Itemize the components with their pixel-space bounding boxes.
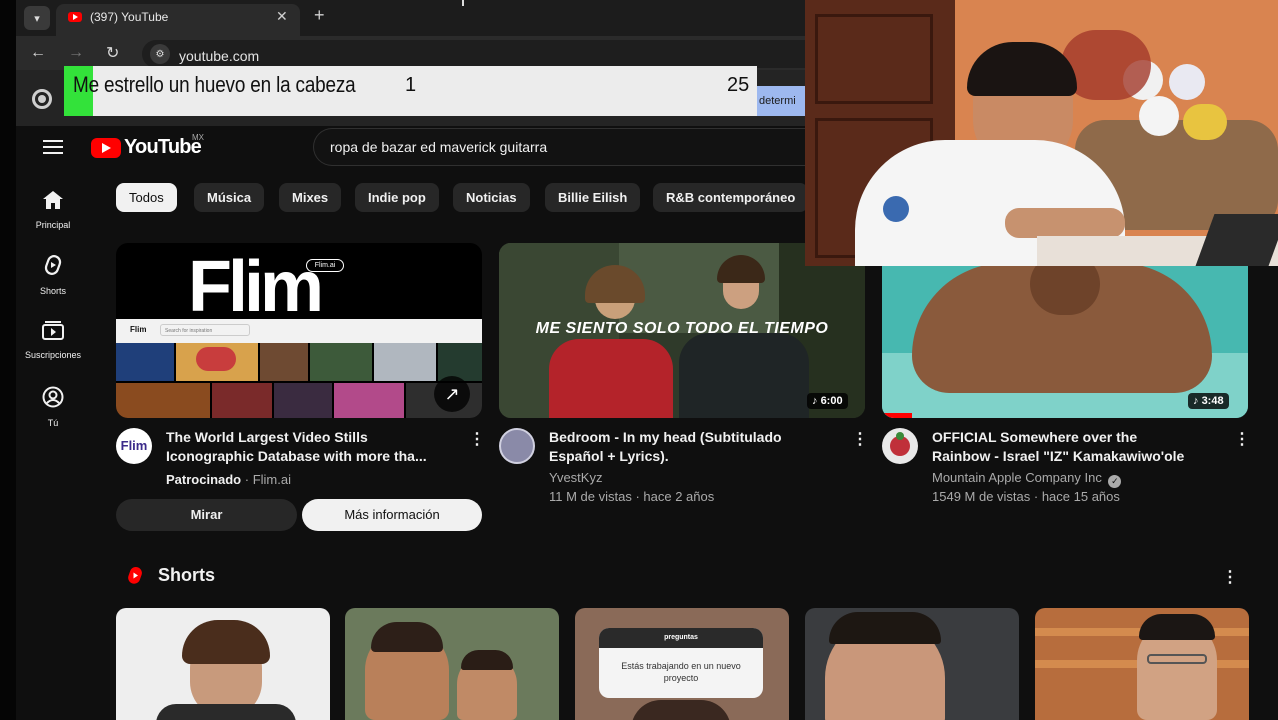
back-arrow-icon[interactable]: ← (30, 44, 46, 62)
youtube-wordmark[interactable]: YouTube (124, 136, 202, 159)
thumb-search: Search for inspiration (160, 324, 250, 336)
cursor-icon (462, 0, 464, 6)
sidebar-item-subscriptions[interactable]: Suscripciones (18, 320, 88, 360)
account-icon (18, 386, 88, 412)
youtube-logo-icon[interactable] (91, 138, 121, 158)
thumb-app-bar: Flim Search for inspiration (116, 319, 482, 343)
thumb-app-name: Flim (130, 325, 147, 334)
external-link-icon[interactable]: ↗ (434, 376, 470, 412)
video-stats: 1549 M de vistas · hace 15 años (932, 489, 1120, 504)
menu-icon[interactable] (43, 140, 63, 154)
chip-billie-eilish[interactable]: Billie Eilish (545, 183, 641, 212)
sidebar-item-label: Principal (35, 220, 71, 230)
chip-mixes[interactable]: Mixes (279, 183, 342, 212)
partial-bookmark-chip[interactable]: determi (756, 86, 806, 116)
channel-avatar[interactable] (499, 428, 535, 464)
video-title[interactable]: The World Largest Video Stills Iconograp… (166, 428, 466, 466)
left-border (0, 0, 16, 720)
video-title[interactable]: Bedroom - In my head (Subtitulado Españo… (549, 428, 849, 466)
more-options-icon[interactable]: ⋮ (1234, 429, 1250, 449)
tab-title: (397) YouTube (90, 10, 169, 24)
overlay-text: Me estrello un huevo en la cabeza (73, 72, 356, 97)
shorts-heading: Shorts (158, 565, 216, 585)
question-text: Estás trabajando en un nuevo proyecto (621, 661, 741, 683)
forward-arrow-icon[interactable]: → (68, 44, 84, 62)
sidebar-item-label: Shorts (39, 286, 66, 296)
overlay-total: 25 (727, 74, 750, 96)
url-text[interactable]: youtube.com (179, 48, 259, 64)
duration-badge: ♪ 6:00 (807, 393, 848, 409)
short-card[interactable]: preguntas Estás trabajando en un nuevo p… (575, 608, 789, 720)
youtube-favicon-icon (68, 12, 82, 22)
video-thumbnail[interactable]: Flim Flim.ai Flim Search for inspiration… (116, 243, 482, 418)
video-thumbnail[interactable]: ME SIENTO SOLO TODO EL TIEMPO ♪ 6:00 (499, 243, 865, 418)
chip-rnb[interactable]: R&B contemporáneo (653, 183, 809, 212)
channel-name[interactable]: YvestKyz (549, 468, 602, 487)
short-card[interactable] (116, 608, 330, 720)
search-query-text[interactable]: ropa de bazar ed maverick guitarra (330, 139, 547, 155)
sidebar-item-label: Tú (47, 418, 59, 428)
duration-badge: ♪ 3:48 (1188, 393, 1229, 409)
site-info-icon[interactable]: ⚙ (150, 44, 170, 64)
channel-avatar[interactable] (882, 428, 918, 464)
more-info-button[interactable]: Más información (302, 499, 482, 531)
flim-avatar[interactable]: Flim (116, 428, 152, 464)
more-options-icon[interactable]: ⋮ (852, 429, 868, 449)
chrome-icon[interactable] (32, 89, 52, 109)
question-header: preguntas (599, 628, 763, 648)
chip-musica[interactable]: Música (194, 183, 265, 212)
sidebar-item-label: Suscripciones (24, 350, 82, 360)
more-options-icon[interactable]: ⋮ (1222, 567, 1238, 587)
video-title[interactable]: OFFICIAL Somewhere over the Rainbow - Is… (932, 428, 1232, 466)
short-card[interactable] (345, 608, 559, 720)
home-icon (18, 190, 88, 214)
more-options-icon[interactable]: ⋮ (469, 429, 485, 449)
sidebar-item-you[interactable]: Tú (18, 386, 88, 428)
thumb-overlay-text: ME SIENTO SOLO TODO EL TIEMPO (535, 320, 829, 337)
shorts-icon (18, 254, 88, 280)
thumb-badge: Flim.ai (306, 259, 344, 272)
sponsored-label: Patrocinado (166, 472, 242, 487)
watch-button[interactable]: Mirar (116, 499, 297, 531)
channel-name[interactable]: Mountain Apple Company Inc ✓ (932, 468, 1122, 488)
thumb-brand: Flim (188, 247, 324, 327)
close-icon[interactable]: ✕ (276, 8, 288, 25)
country-code: MX (192, 133, 204, 142)
subscriptions-icon (18, 320, 88, 344)
short-card[interactable] (805, 608, 1019, 720)
sidebar-item-home[interactable]: Principal (18, 190, 88, 230)
video-stats: 11 M de vistas · hace 2 años (549, 489, 715, 504)
chip-todos[interactable]: Todos (116, 183, 177, 212)
chip-noticias[interactable]: Noticias (453, 183, 530, 212)
sidebar-item-shorts[interactable]: Shorts (18, 254, 88, 296)
chip-indie-pop[interactable]: Indie pop (355, 183, 439, 212)
sponsor-site: · Flim.ai (244, 472, 291, 487)
plus-icon[interactable]: + (314, 5, 325, 26)
shorts-logo-icon (127, 566, 144, 585)
reload-icon[interactable]: ↻ (106, 43, 119, 63)
overlay-count: 1 (405, 74, 417, 96)
webcam-overlay (805, 0, 1278, 266)
tab-list-icon[interactable]: ▾ (24, 6, 50, 30)
video-thumbnail[interactable]: ♪ 3:48 (882, 243, 1248, 418)
short-card[interactable] (1035, 608, 1249, 720)
question-card: preguntas Estás trabajando en un nuevo p… (599, 628, 763, 698)
sponsor-line: Patrocinado · Flim.ai (166, 470, 291, 489)
